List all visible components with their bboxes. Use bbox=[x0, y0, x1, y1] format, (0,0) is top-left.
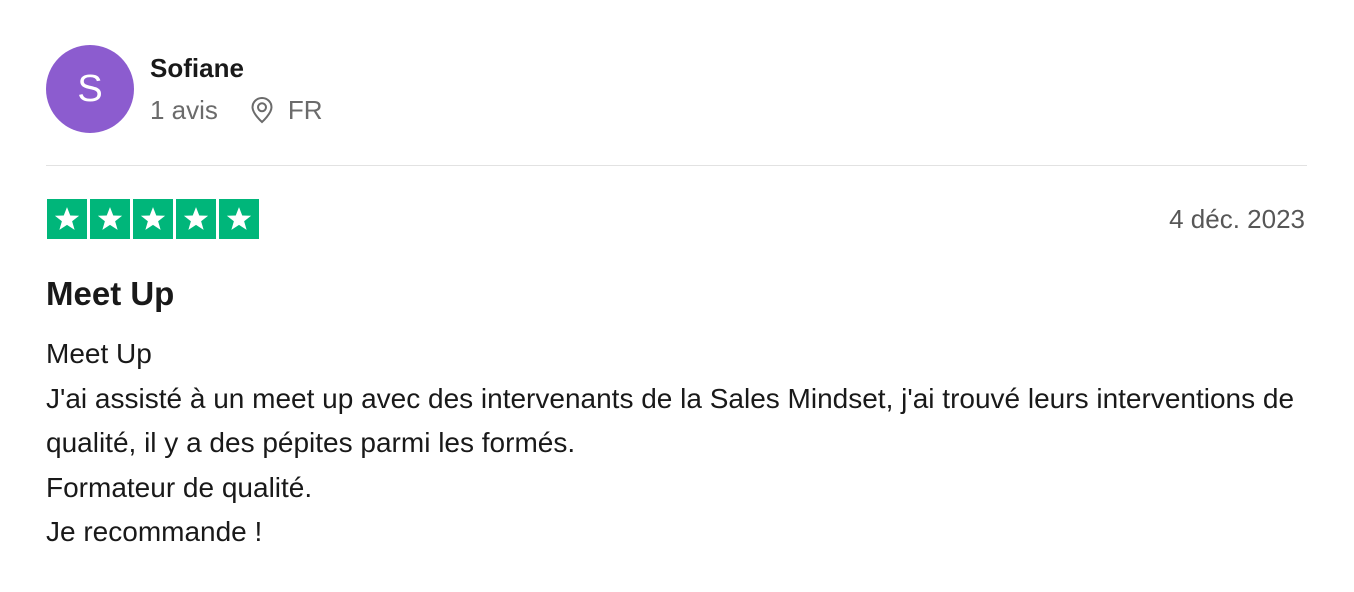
star-icon bbox=[90, 199, 130, 239]
star-icon bbox=[219, 199, 259, 239]
avatar[interactable]: S bbox=[46, 45, 134, 133]
reviewer-header: S Sofiane 1 avis FR bbox=[46, 45, 323, 133]
star-icon bbox=[133, 199, 173, 239]
reviewer-meta: 1 avis FR bbox=[150, 95, 323, 125]
review-card: S Sofiane 1 avis FR 4 déc. 2023 Meet Up … bbox=[0, 0, 1354, 592]
review-body-line: Je recommande ! bbox=[46, 516, 263, 547]
review-title[interactable]: Meet Up bbox=[46, 273, 174, 315]
star-icon bbox=[176, 199, 216, 239]
review-body-line: J'ai assisté à un meet up avec des inter… bbox=[46, 382, 1295, 459]
review-date: 4 déc. 2023 bbox=[1169, 204, 1305, 234]
star-rating bbox=[47, 199, 259, 239]
review-body-line: Formateur de qualité. bbox=[46, 471, 313, 503]
review-count: 1 avis bbox=[150, 95, 218, 125]
reviewer-country: FR bbox=[287, 95, 323, 125]
reviewer-info: Sofiane 1 avis FR bbox=[150, 53, 323, 125]
location-pin-icon bbox=[250, 95, 276, 125]
review-body-line: Meet Up bbox=[46, 338, 152, 369]
review-body: Meet Up J'ai assisté à un meet up avec de… bbox=[46, 332, 1306, 555]
reviewer-name[interactable]: Sofiane bbox=[150, 53, 323, 83]
divider bbox=[46, 165, 1307, 166]
star-icon bbox=[47, 199, 87, 239]
